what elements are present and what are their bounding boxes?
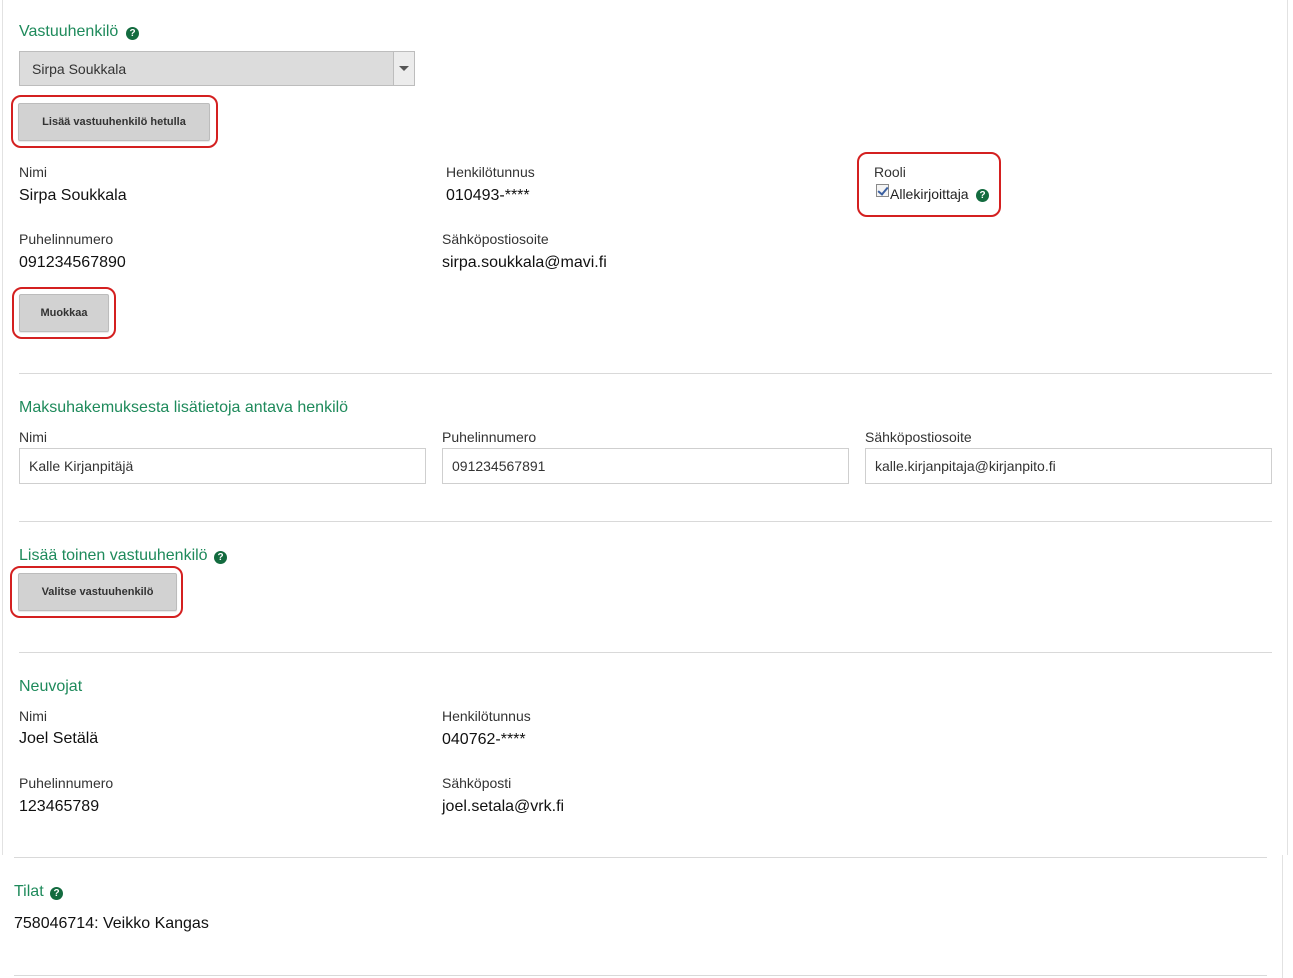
advisor-email-label: Sähköposti	[442, 775, 512, 791]
second-responsible-title: Lisää toinen vastuuhenkilö	[19, 547, 208, 564]
role-label: Rooli	[874, 164, 906, 180]
contact-name-label: Nimi	[19, 429, 47, 445]
divider	[14, 975, 1267, 976]
choose-responsible-button[interactable]: Valitse vastuuhenkilö	[18, 573, 177, 611]
help-icon[interactable]: ?	[126, 27, 139, 40]
divider	[19, 652, 1272, 653]
ssn-value: 010493-****	[446, 187, 530, 204]
advisor-email-value: joel.setala@vrk.fi	[442, 798, 565, 815]
divider	[19, 373, 1272, 374]
advisor-phone-value: 123465789	[19, 798, 100, 815]
contact-phone-label: Puhelinnumero	[442, 429, 537, 445]
advisor-phone-label: Puhelinnumero	[19, 775, 114, 791]
email-label: Sähköpostiosoite	[442, 231, 549, 247]
add-responsible-by-ssn-button[interactable]: Lisää vastuuhenkilö hetulla	[18, 103, 210, 141]
help-icon[interactable]: ?	[214, 551, 227, 564]
advisor-ssn-value: 040762-****	[442, 731, 526, 748]
responsible-select-value: Sirpa Soukkala	[32, 61, 127, 77]
help-icon[interactable]: ?	[976, 189, 989, 202]
contact-email-input[interactable]	[865, 448, 1272, 484]
edit-button[interactable]: Muokkaa	[19, 294, 109, 332]
contact-name-input[interactable]	[19, 448, 426, 484]
contact-phone-input[interactable]	[442, 448, 849, 484]
responsible-select[interactable]: Sirpa Soukkala	[19, 51, 415, 86]
name-value: Sirpa Soukkala	[19, 187, 127, 204]
advisor-name-value: Joel Setälä	[19, 730, 99, 747]
chevron-down-icon[interactable]	[393, 52, 414, 85]
advisor-name-label: Nimi	[19, 708, 47, 724]
content-frame-edge	[1282, 855, 1283, 978]
farm-item: 758046714: Veikko Kangas	[14, 915, 209, 932]
advisor-ssn-label: Henkilötunnus	[442, 708, 531, 724]
name-label: Nimi	[19, 164, 47, 180]
divider	[14, 857, 1267, 858]
signer-label: Allekirjoittaja	[890, 186, 969, 202]
phone-label: Puhelinnumero	[19, 231, 114, 247]
phone-value: 091234567890	[19, 254, 126, 271]
signer-checkbox[interactable]	[876, 184, 889, 197]
contact-title: Maksuhakemuksesta lisätietoja antava hen…	[19, 399, 349, 416]
farms-title: Tilat	[14, 883, 44, 900]
responsible-title: Vastuuhenkilö	[19, 23, 119, 40]
advisors-title: Neuvojat	[19, 678, 83, 695]
divider	[19, 521, 1272, 522]
help-icon[interactable]: ?	[50, 887, 63, 900]
contact-email-label: Sähköpostiosoite	[865, 429, 972, 445]
email-value: sirpa.soukkala@mavi.fi	[442, 254, 607, 271]
ssn-label: Henkilötunnus	[446, 164, 535, 180]
